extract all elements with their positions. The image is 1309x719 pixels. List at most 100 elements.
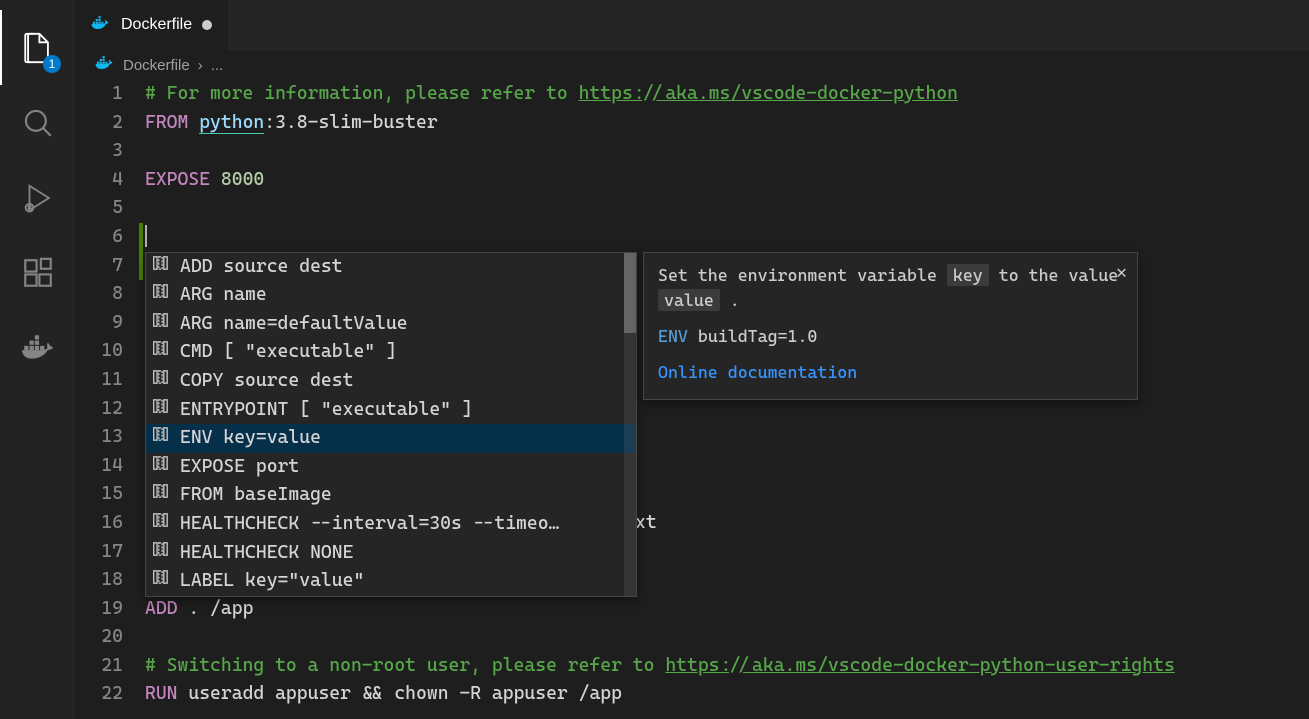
suggest-label: COPY source dest [180,367,353,396]
suggest-label: CMD [ "executable" ] [180,338,397,367]
link[interactable]: https://aka.ms/vscode-docker-python-user… [665,655,1174,676]
line-number: 15 [75,480,123,509]
line-number: 11 [75,366,123,395]
suggest-label: ARG name=defaultValue [180,310,408,339]
snippet-icon [152,253,170,282]
breadcrumb-rest[interactable]: ... [211,57,224,74]
snippet-icon [152,281,170,310]
suggest-label: LABEL key="value" [180,567,364,596]
snippet-icon [152,367,170,396]
breadcrumb-file[interactable]: Dockerfile [123,57,190,74]
line-number: 19 [75,595,123,624]
line-number: 6 [75,223,123,252]
activity-bar: 1 [0,0,75,719]
code-line: FROM python:3.8-slim-buster [145,109,1309,138]
suggest-item[interactable]: CMD [ "executable" ] [146,338,636,367]
snippet-icon [152,396,170,425]
suggest-item[interactable]: HEALTHCHECK NONE [146,539,636,568]
suggest-label: FROM baseImage [180,481,332,510]
link[interactable]: https://aka.ms/vscode-docker-python [579,83,958,104]
activity-docker[interactable] [0,310,75,385]
activity-search[interactable] [0,85,75,160]
suggest-item[interactable]: HEALTHCHECK --interval=30s --timeo… [146,510,636,539]
code-line [145,623,1309,652]
suggest-doc-panel: ✕ Set the environment variable key to th… [643,252,1138,400]
line-number: 21 [75,652,123,681]
line-number: 17 [75,538,123,567]
suggest-item[interactable]: EXPOSE port [146,453,636,482]
line-number: 8 [75,280,123,309]
tab-bar: Dockerfile [75,0,1309,50]
scrollbar-track[interactable] [624,253,636,596]
code-line [145,194,1309,223]
docker-file-icon [95,55,115,75]
suggest-item[interactable]: ENV key=value [146,424,636,453]
line-number: 2 [75,109,123,138]
code-line: ADD . /app [145,595,1309,624]
doc-example: ENV buildTag=1.0 [658,322,1123,351]
suggest-label: ADD source dest [180,253,343,282]
line-number: 14 [75,452,123,481]
line-number: 18 [75,566,123,595]
activity-extensions[interactable] [0,235,75,310]
editor-group: Dockerfile Dockerfile › ... 123456789101… [75,0,1309,719]
close-icon[interactable]: ✕ [1116,259,1127,288]
doc-description: Set the environment variable key to the … [658,263,1123,314]
code-line: # For more information, please refer to … [145,80,1309,109]
suggest-item[interactable]: LABEL key="value" [146,567,636,596]
text-cursor [145,225,147,247]
suggest-label: ARG name [180,281,267,310]
suggest-item[interactable]: ADD source dest [146,253,636,282]
breadcrumb-separator-icon: › [198,57,203,74]
diff-added-marker [139,223,143,280]
snippet-icon [152,424,170,453]
activity-run[interactable] [0,160,75,235]
docker-file-icon [91,15,111,36]
suggest-label: ENV key=value [180,424,321,453]
line-number: 13 [75,423,123,452]
tab-title: Dockerfile [121,16,192,34]
suggest-label: HEALTHCHECK NONE [180,539,353,568]
code-line [145,137,1309,166]
code-line: RUN useradd appuser && chown -R appuser … [145,680,1309,709]
line-number: 16 [75,509,123,538]
image-ref[interactable]: python [199,112,264,134]
suggest-item[interactable]: FROM baseImage [146,481,636,510]
suggest-label: HEALTHCHECK --interval=30s --timeo… [180,510,559,539]
line-number: 10 [75,337,123,366]
explorer-badge: 1 [43,55,61,73]
snippet-icon [152,510,170,539]
doc-link[interactable]: Online documentation [658,362,857,382]
line-number: 7 [75,252,123,281]
line-number: 5 [75,194,123,223]
breadcrumb[interactable]: Dockerfile › ... [75,50,1309,80]
suggest-item[interactable]: ENTRYPOINT [ "executable" ] [146,396,636,425]
line-number-gutter: 12345678910111213141516171819202122 [75,80,145,719]
tab-dockerfile[interactable]: Dockerfile [75,0,229,50]
suggest-item[interactable]: ARG name=defaultValue [146,310,636,339]
activity-explorer[interactable]: 1 [0,10,75,85]
snippet-icon [152,453,170,482]
code-area[interactable]: # For more information, please refer to … [145,80,1309,719]
line-number: 3 [75,137,123,166]
snippet-icon [152,338,170,367]
line-number: 1 [75,80,123,109]
line-number: 20 [75,623,123,652]
line-number: 9 [75,309,123,338]
line-number: 4 [75,166,123,195]
code-line: EXPOSE 8000 [145,166,1309,195]
suggest-label: EXPOSE port [180,453,299,482]
suggest-item[interactable]: COPY source dest [146,367,636,396]
line-number: 22 [75,680,123,709]
snippet-icon [152,567,170,596]
snippet-icon [152,539,170,568]
tab-dirty-indicator-icon[interactable] [202,20,212,30]
editor[interactable]: 12345678910111213141516171819202122 # Fo… [75,80,1309,719]
suggest-widget[interactable]: ADD source destARG nameARG name=defaultV… [145,252,637,597]
suggest-label: ENTRYPOINT [ "executable" ] [180,396,473,425]
snippet-icon [152,481,170,510]
suggest-item[interactable]: ARG name [146,281,636,310]
line-number: 12 [75,395,123,424]
snippet-icon [152,310,170,339]
scrollbar-thumb[interactable] [624,253,636,333]
